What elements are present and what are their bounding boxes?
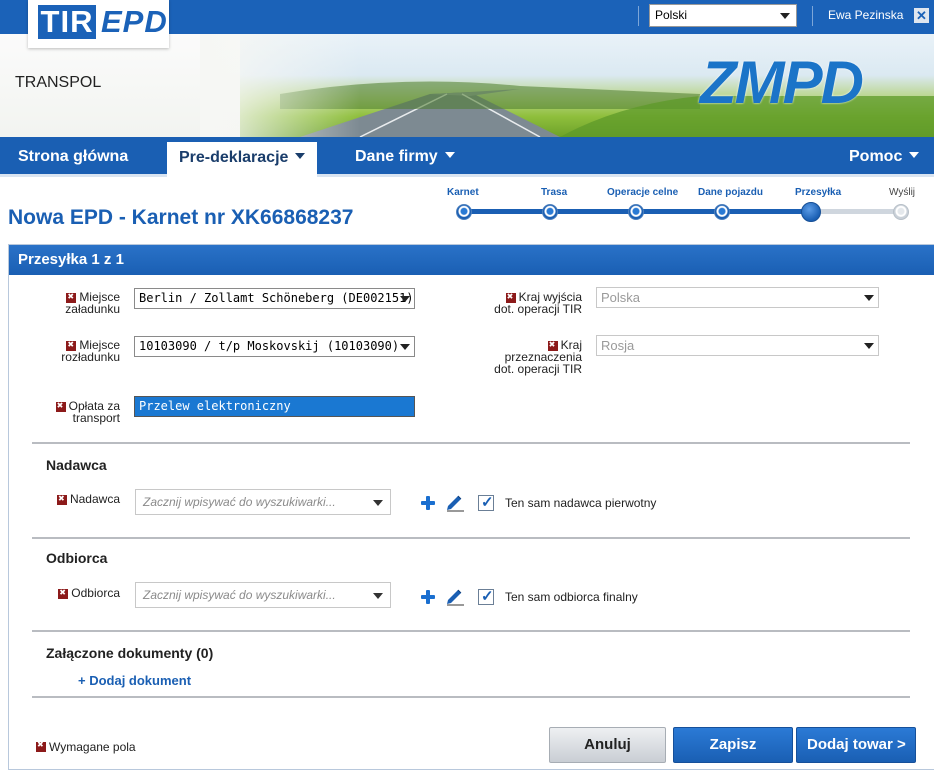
step-dot-przesylka xyxy=(801,202,821,222)
close-icon[interactable]: ✕ xyxy=(914,8,929,23)
sender-search-placeholder: Zacznij wpisywać do wyszukiwarki... xyxy=(143,495,336,509)
receiver-label: Odbiorca xyxy=(40,587,120,599)
app-logo[interactable]: TIR EPD xyxy=(28,0,169,48)
transport-fee-select[interactable]: Przelew elektroniczny xyxy=(134,396,415,417)
zmpd-logo: ZMPD xyxy=(700,49,864,116)
receiver-search-input[interactable]: Zacznij wpisywać do wyszukiwarki... xyxy=(135,582,391,608)
chevron-down-icon xyxy=(864,343,874,349)
banner: TRANSPOL ZMPD xyxy=(0,34,934,137)
chevron-down-icon xyxy=(909,151,920,158)
required-icon xyxy=(66,339,77,351)
chevron-down-icon xyxy=(444,151,455,158)
exit-country-select: Polska xyxy=(596,287,879,308)
user-name[interactable]: Ewa Pezinska xyxy=(828,8,903,22)
unloading-place-select[interactable]: 10103090 / t/p Moskovskij (10103090) xyxy=(134,336,415,357)
step-label-wyslij: Wyślij xyxy=(889,187,916,198)
chevron-down-icon xyxy=(373,593,383,599)
step-dot-wyslij xyxy=(893,204,909,220)
step-label-karnet: Karnet xyxy=(447,187,479,198)
destination-country-label: Krajprzeznaczeniadot. operacji TIR xyxy=(470,339,582,375)
divider xyxy=(32,537,910,539)
same-original-sender-label: Ten sam nadawca pierwotny xyxy=(505,496,657,510)
nav-company-data-label: Dane firmy xyxy=(355,148,438,165)
nav-home[interactable]: Strona główna xyxy=(18,137,128,177)
required-icon xyxy=(58,587,69,599)
required-icon xyxy=(547,339,558,351)
step-label-trasa: Trasa xyxy=(541,187,568,198)
banner-fade xyxy=(200,34,360,137)
chevron-down-icon xyxy=(400,344,410,350)
loading-place-select[interactable]: Berlin / Zollamt Schöneberg (DE002151) xyxy=(134,288,415,309)
divider xyxy=(812,6,813,26)
chevron-down-icon xyxy=(780,13,790,19)
receiver-section-title: Odbiorca xyxy=(46,550,108,566)
step-label-przesylka: Przesyłka xyxy=(795,187,842,198)
step-dot-operacje[interactable] xyxy=(628,204,644,220)
destination-country-select: Rosja xyxy=(596,335,879,356)
sender-section-title: Nadawca xyxy=(46,457,107,473)
nav-predeclarations-label: Pre-deklaracje xyxy=(179,149,289,166)
step-label-operacje: Operacje celne xyxy=(607,187,679,198)
transport-fee-label: Opłata zatransport xyxy=(30,400,120,424)
company-name: TRANSPOL xyxy=(15,74,102,91)
required-fields-legend: Wymagane pola xyxy=(36,740,136,754)
save-button[interactable]: Zapisz xyxy=(673,727,793,763)
loading-place-label: Miejscezaładunku xyxy=(40,291,120,315)
same-final-receiver-label: Ten sam odbiorca finalny xyxy=(505,590,638,604)
exit-country-label: Kraj wyjściadot. operacji TIR xyxy=(470,291,582,315)
step-label-pojazd: Dane pojazdu xyxy=(698,187,764,198)
required-icon xyxy=(36,740,46,752)
stepper-remaining-line xyxy=(810,209,900,214)
divider xyxy=(32,630,910,632)
step-dot-karnet[interactable] xyxy=(456,204,472,220)
same-final-receiver-checkbox[interactable] xyxy=(478,587,494,605)
step-dot-trasa[interactable] xyxy=(542,204,558,220)
required-icon xyxy=(66,291,77,303)
edit-receiver-icon[interactable] xyxy=(445,586,465,606)
divider xyxy=(32,696,910,698)
logo-epd: EPD xyxy=(101,4,168,39)
nav-company-data[interactable]: Dane firmy xyxy=(355,137,455,177)
divider xyxy=(638,6,639,26)
required-icon xyxy=(505,291,516,303)
add-sender-icon[interactable] xyxy=(421,496,435,510)
step-dot-pojazd[interactable] xyxy=(714,204,730,220)
edit-sender-icon[interactable] xyxy=(445,492,465,512)
nav-help[interactable]: Pomoc xyxy=(849,137,920,177)
required-icon xyxy=(55,400,66,412)
nav-predeclarations[interactable]: Pre-deklaracje xyxy=(167,142,318,177)
add-document-link[interactable]: + Dodaj dokument xyxy=(78,673,191,688)
nav-help-label: Pomoc xyxy=(849,148,903,165)
transport-fee-value: Przelew elektroniczny xyxy=(139,399,291,413)
add-goods-button[interactable]: Dodaj towar > xyxy=(796,727,916,763)
chevron-down-icon xyxy=(864,295,874,301)
loading-place-value: Berlin / Zollamt Schöneberg (DE002151) xyxy=(139,291,414,305)
unloading-place-value: 10103090 / t/p Moskovskij (10103090) xyxy=(139,339,400,353)
cancel-button[interactable]: Anuluj xyxy=(549,727,666,763)
add-receiver-icon[interactable] xyxy=(421,590,435,604)
chevron-down-icon xyxy=(295,152,306,159)
logo-tir: TIR xyxy=(38,5,96,39)
page-title: Nowa EPD - Karnet nr XK66868237 xyxy=(8,206,354,229)
required-icon xyxy=(56,493,67,505)
sender-label: Nadawca xyxy=(40,493,120,505)
exit-country-value: Polska xyxy=(601,290,641,305)
chevron-down-icon xyxy=(400,296,410,302)
same-original-sender-checkbox[interactable] xyxy=(478,493,494,511)
destination-country-value: Rosja xyxy=(601,338,635,353)
nav-home-label: Strona główna xyxy=(18,148,129,165)
divider xyxy=(32,442,910,444)
panel-title: Przesyłka 1 z 1 xyxy=(9,245,934,275)
sender-search-input[interactable]: Zacznij wpisywać do wyszukiwarki... xyxy=(135,489,391,515)
attached-documents-title: Załączone dokumenty (0) xyxy=(46,645,214,661)
language-select-value: Polski xyxy=(655,8,688,22)
receiver-search-placeholder: Zacznij wpisywać do wyszukiwarki... xyxy=(143,588,336,602)
main-nav: Strona główna Pre-deklaracje Dane firmy … xyxy=(0,137,934,177)
chevron-down-icon xyxy=(373,500,383,506)
unloading-place-label: Miejscerozładunku xyxy=(40,339,120,363)
language-select[interactable]: Polski xyxy=(649,4,797,27)
